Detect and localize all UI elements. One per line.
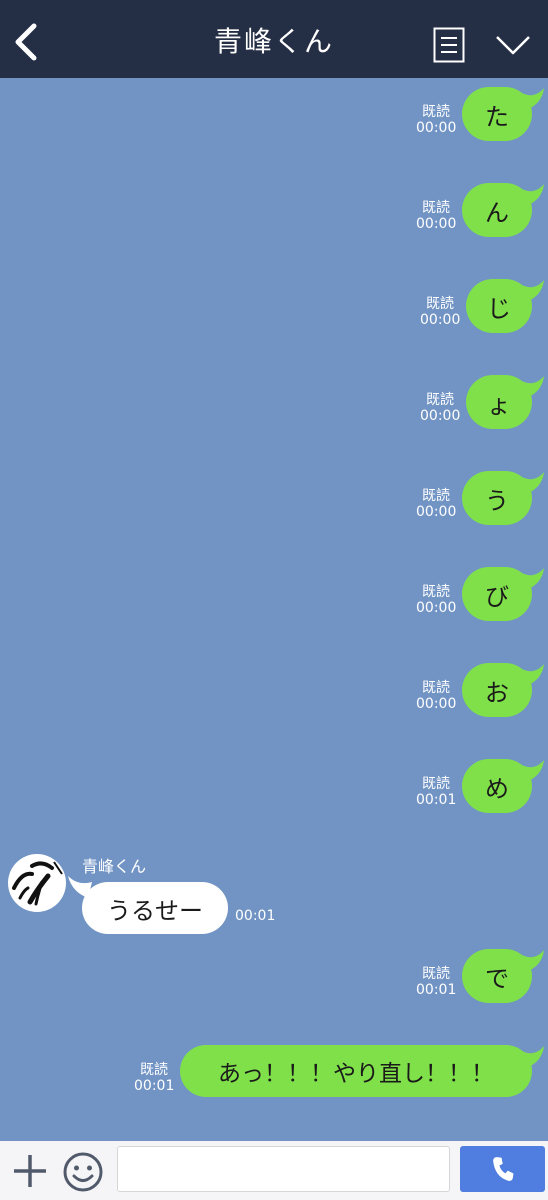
message-time: 00:00 xyxy=(416,120,457,136)
message-text: で xyxy=(485,964,509,993)
chevron-down-icon[interactable] xyxy=(495,34,531,56)
read-receipt: 既読 xyxy=(422,200,450,216)
phone-icon xyxy=(492,1157,513,1181)
read-receipt: 既読 xyxy=(140,1062,168,1078)
message-text: じ xyxy=(487,294,511,323)
message-text: ょ xyxy=(487,390,511,419)
message-input[interactable] xyxy=(117,1146,450,1192)
message-time: 00:00 xyxy=(416,504,457,520)
plus-icon[interactable] xyxy=(12,1153,48,1189)
chat-header: 青峰くん xyxy=(0,0,548,78)
bubble-tail xyxy=(520,184,544,206)
list-icon[interactable] xyxy=(433,27,465,63)
avatar-image xyxy=(12,861,63,906)
input-bar xyxy=(0,1141,548,1200)
message-text: め xyxy=(485,774,509,803)
sender-name: 青峰くん xyxy=(82,857,147,876)
incoming-bubble[interactable]: うるせー xyxy=(82,882,228,934)
read-receipt: 既読 xyxy=(426,392,454,408)
bubble-tail xyxy=(520,1046,544,1068)
read-receipt: 既読 xyxy=(422,966,450,982)
bubble-tail xyxy=(520,568,544,590)
message-text: び xyxy=(485,582,509,611)
bubble-tail xyxy=(520,950,544,972)
avatar[interactable] xyxy=(8,854,66,912)
read-receipt: 既読 xyxy=(422,680,450,696)
read-receipt: 既読 xyxy=(422,104,450,120)
message-text: た xyxy=(485,102,509,131)
read-receipt: 既読 xyxy=(426,296,454,312)
bubble-tail xyxy=(520,88,544,110)
message-time: 00:00 xyxy=(416,696,457,712)
bubble-tail xyxy=(520,760,544,782)
message-time: 00:00 xyxy=(420,408,461,424)
message-time: 00:00 xyxy=(416,600,457,616)
read-receipt: 既読 xyxy=(422,776,450,792)
chat-title: 青峰くん xyxy=(213,25,334,58)
call-button[interactable] xyxy=(460,1146,545,1192)
message-time: 00:00 xyxy=(420,312,461,328)
message-time: 00:01 xyxy=(416,982,457,998)
message-text: あっ！！！やり直し！！！ xyxy=(218,1061,494,1087)
read-receipt: 既読 xyxy=(422,488,450,504)
bubble-tail xyxy=(520,472,544,494)
message-text: お xyxy=(485,678,509,707)
message-time: 00:01 xyxy=(134,1078,175,1094)
bubble-tail xyxy=(520,280,544,302)
message-time: 00:01 xyxy=(416,792,457,808)
bubble-tail xyxy=(520,376,544,398)
smiley-icon[interactable] xyxy=(62,1151,104,1193)
message-text: う xyxy=(485,486,509,515)
bubble-tail xyxy=(520,664,544,686)
message-time: 00:00 xyxy=(416,216,457,232)
message-time: 00:01 xyxy=(235,908,276,924)
read-receipt: 既読 xyxy=(422,584,450,600)
message-text: うるせー xyxy=(107,896,203,925)
message-text: ん xyxy=(485,198,509,227)
outgoing-bubble[interactable]: あっ！！！やり直し！！！ xyxy=(180,1045,532,1097)
